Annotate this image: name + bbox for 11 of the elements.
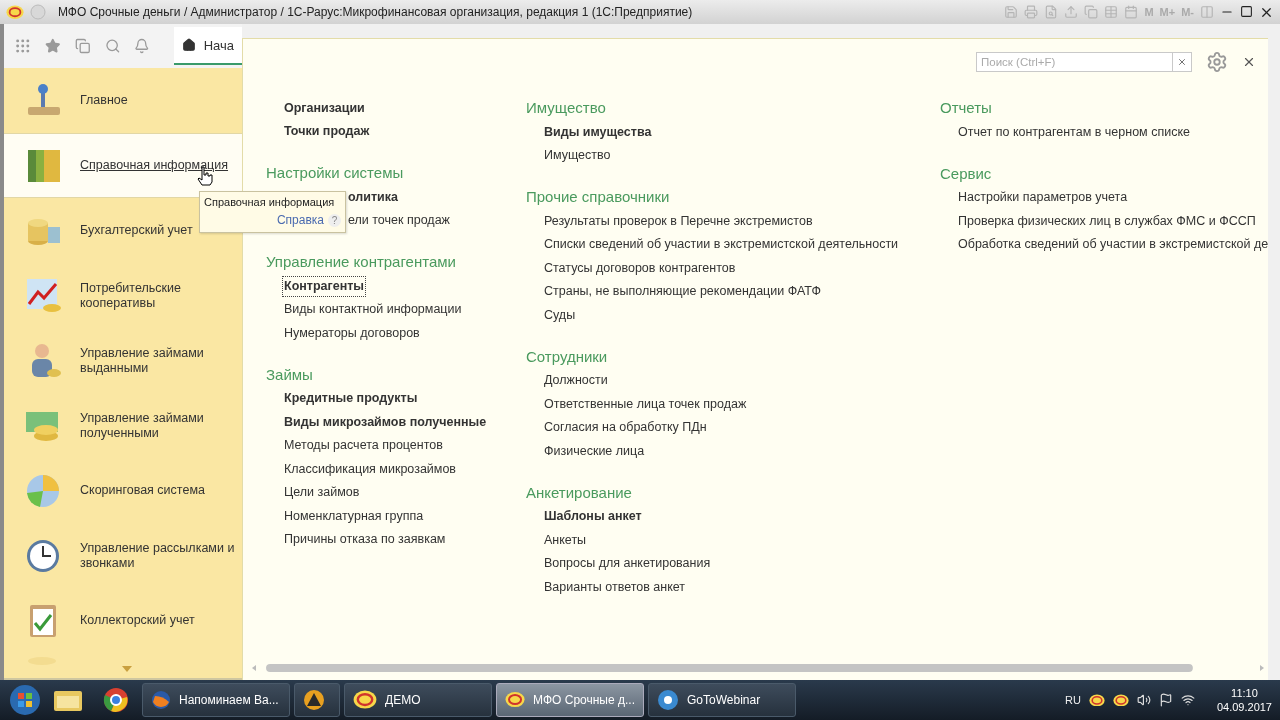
section-heading: Сервис xyxy=(940,163,992,184)
tooltip-title: Справочная информация xyxy=(204,195,335,209)
section-heading: Анкетирование xyxy=(526,482,632,503)
section-heading: Сотрудники xyxy=(526,346,608,367)
section-heading: Управление контрагентами xyxy=(266,252,456,272)
section-heading: Отчеты xyxy=(940,98,992,118)
section-heading: Займы xyxy=(266,364,313,385)
section-heading: Настройки системы xyxy=(266,163,404,183)
window-title: МФО Срочные деньги / Администратор / 1С-Рарус:Микрофинансовая организация, редакция 1 (1С:Предприятие) xyxy=(58,5,694,19)
section-heading: Прочие справочники xyxy=(526,187,670,207)
section-heading: Имущество xyxy=(526,98,606,118)
